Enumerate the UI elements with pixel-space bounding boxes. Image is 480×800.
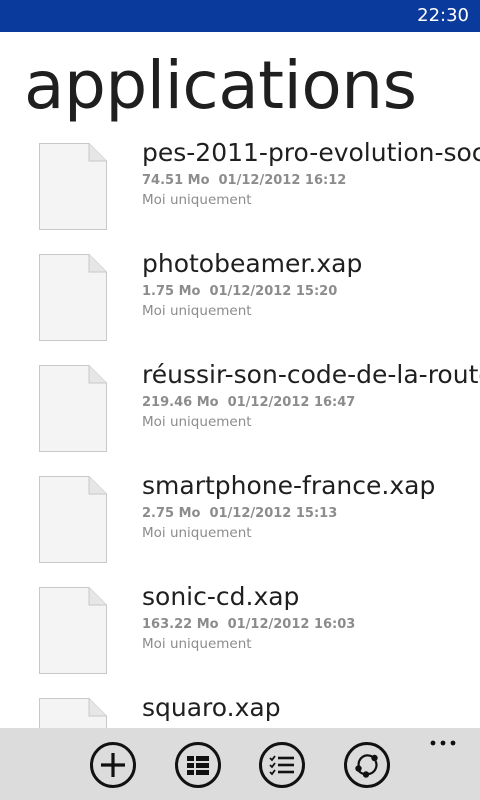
file-meta: 1.75 Mo 01/12/2012 15:20 xyxy=(142,284,337,300)
more-button[interactable] xyxy=(428,736,460,752)
file-icon xyxy=(39,476,107,563)
file-date: 01/12/2012 15:20 xyxy=(209,284,338,299)
file-sharing: Moi uniquement xyxy=(142,414,252,430)
file-icon xyxy=(39,143,107,230)
add-button[interactable] xyxy=(89,741,137,789)
file-sharing: Moi uniquement xyxy=(142,636,252,652)
status-bar: 22:30 xyxy=(0,0,480,32)
file-size: 1.75 Mo xyxy=(142,284,201,299)
app-bar xyxy=(0,728,480,800)
view-thumbnails-button[interactable] xyxy=(174,741,222,789)
file-meta: 219.46 Mo 01/12/2012 16:47 xyxy=(142,395,355,411)
file-size: 2.75 Mo xyxy=(142,506,201,521)
share-icon xyxy=(344,742,390,788)
file-name: pes-2011-pro-evolution-soccer.xap xyxy=(142,140,480,167)
file-sharing: Moi uniquement xyxy=(142,525,252,541)
file-size: 219.46 Mo xyxy=(142,395,219,410)
file-name: squaro.xap xyxy=(142,693,281,722)
file-size: 163.22 Mo xyxy=(142,617,219,632)
file-date: 01/12/2012 16:47 xyxy=(227,395,356,410)
file-icon xyxy=(39,254,107,341)
file-size: 74.51 Mo xyxy=(142,173,210,188)
share-button[interactable] xyxy=(343,741,391,789)
file-item[interactable]: sonic-cd.xap 163.22 Mo 01/12/2012 16:03 M… xyxy=(0,582,480,695)
file-date: 01/12/2012 16:03 xyxy=(227,617,356,632)
file-name: smartphone-france.xap xyxy=(142,471,436,500)
file-icon xyxy=(39,365,107,452)
file-item[interactable]: pes-2011-pro-evolution-soccer.xap 74.51 … xyxy=(0,140,480,251)
file-list: pes-2011-pro-evolution-soccer.xap 74.51 … xyxy=(0,140,480,728)
file-date: 01/12/2012 15:13 xyxy=(209,506,338,521)
status-time: 22:30 xyxy=(417,5,469,26)
file-meta: 74.51 Mo 01/12/2012 16:12 xyxy=(142,173,346,189)
file-name: réussir-son-code-de-la-route.xap xyxy=(142,360,480,389)
file-date: 01/12/2012 16:12 xyxy=(218,173,347,188)
add-icon xyxy=(90,742,136,788)
file-meta: 163.22 Mo 01/12/2012 16:03 xyxy=(142,617,355,633)
file-sharing: Moi uniquement xyxy=(142,303,252,319)
thumbnails-icon xyxy=(175,742,221,788)
file-item[interactable]: photobeamer.xap 1.75 Mo 01/12/2012 15:20 … xyxy=(0,249,480,362)
select-button[interactable] xyxy=(258,741,306,789)
file-item[interactable]: réussir-son-code-de-la-route.xap 219.46 … xyxy=(0,360,480,473)
select-list-icon xyxy=(259,742,305,788)
file-item[interactable]: squaro.xap xyxy=(0,693,480,728)
file-icon xyxy=(39,587,107,674)
file-name: sonic-cd.xap xyxy=(142,582,300,611)
file-name: photobeamer.xap xyxy=(142,249,363,278)
page-title: applications xyxy=(24,47,417,124)
ellipsis-icon xyxy=(430,740,456,746)
file-meta: 2.75 Mo 01/12/2012 15:13 xyxy=(142,506,337,522)
file-icon xyxy=(39,698,107,728)
file-sharing: Moi uniquement xyxy=(142,192,252,208)
file-item[interactable]: smartphone-france.xap 2.75 Mo 01/12/2012 … xyxy=(0,471,480,584)
